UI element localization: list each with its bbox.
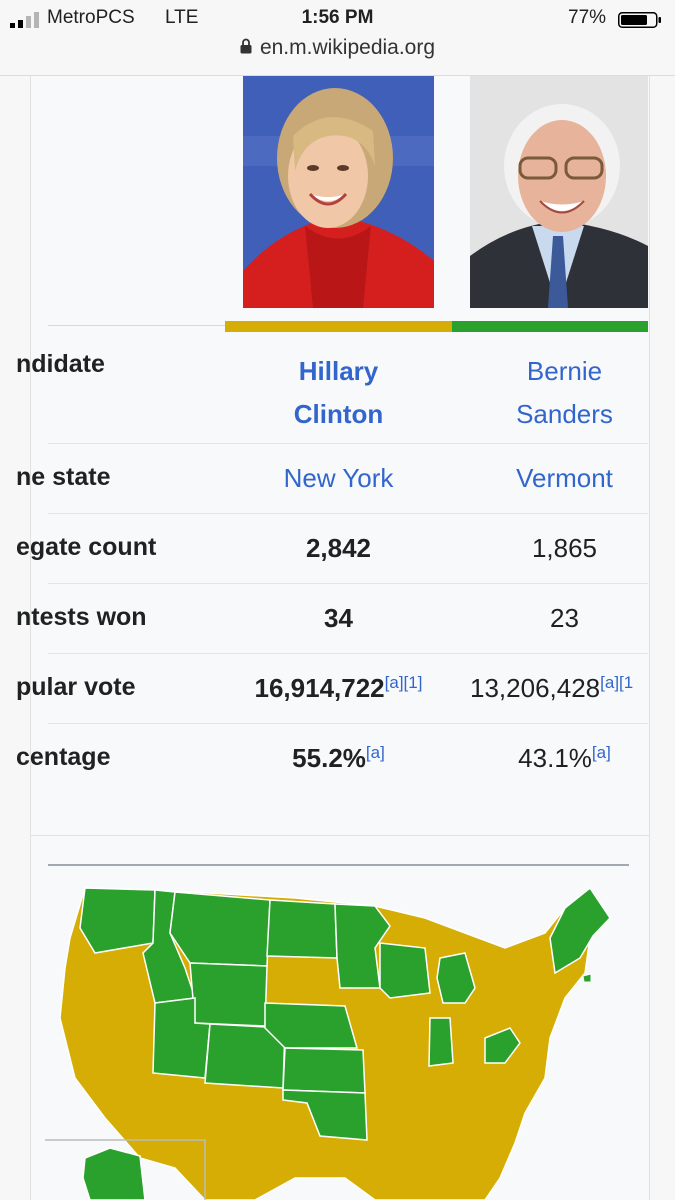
clinton-home-state-link[interactable]: New York bbox=[225, 463, 452, 494]
sanders-photo[interactable] bbox=[470, 76, 648, 308]
citation-link[interactable]: [a][1 bbox=[600, 673, 633, 692]
row-label: ntests won bbox=[16, 603, 147, 631]
table-row-popular-vote: pular vote 16,914,722[a][1] 13,206,428[a… bbox=[16, 654, 648, 724]
status-bar: MetroPCS LTE 1:56 PM 77% bbox=[0, 6, 675, 32]
table-row-home-state: ne state New York Vermont bbox=[16, 444, 648, 514]
header-divider bbox=[48, 325, 225, 326]
row-label: ndidate bbox=[16, 350, 105, 378]
clinton-name-link[interactable]: Hillary Clinton bbox=[225, 350, 452, 436]
sanders-color-bar bbox=[452, 321, 648, 332]
montana-state bbox=[169, 891, 271, 967]
sanders-name-link[interactable]: Bernie Sanders bbox=[452, 350, 675, 436]
washington-state bbox=[79, 887, 156, 954]
wyoming-state bbox=[189, 962, 268, 1027]
address-bar[interactable]: en.m.wikipedia.org bbox=[0, 36, 675, 64]
sanders-popular-vote: 13,206,428[a][1 bbox=[470, 673, 634, 703]
sanders-percentage: 43.1%[a] bbox=[518, 743, 611, 773]
clinton-delegate-count: 2,842 bbox=[305, 533, 372, 563]
north-dakota-state bbox=[266, 899, 338, 959]
browser-chrome: MetroPCS LTE 1:56 PM 77% en.m.wikipedia.… bbox=[0, 0, 675, 76]
wisconsin-state bbox=[379, 942, 431, 999]
table-row-contests-won: ntests won 34 23 bbox=[16, 584, 648, 654]
row-label: egate count bbox=[16, 533, 157, 561]
nebraska-state bbox=[264, 1002, 358, 1049]
clinton-contests-won: 34 bbox=[324, 603, 353, 633]
candidate-table: ndidate Hillary Clinton Bernie Sanders ne … bbox=[16, 332, 648, 794]
citation-link[interactable]: [a] bbox=[592, 743, 611, 762]
table-row-percentage: centage 55.2%[a] 43.1%[a] bbox=[16, 724, 648, 794]
results-map[interactable] bbox=[45, 878, 645, 1200]
row-label: ne state bbox=[16, 463, 111, 491]
url-text: en.m.wikipedia.org bbox=[259, 36, 436, 59]
sanders-delegate-count: 1,865 bbox=[531, 533, 598, 563]
kansas-state bbox=[282, 1047, 366, 1094]
indiana-state bbox=[428, 1017, 454, 1067]
clinton-color-bar bbox=[225, 321, 452, 332]
row-label: centage bbox=[16, 743, 111, 771]
section-divider bbox=[30, 835, 650, 836]
row-label: pular vote bbox=[16, 673, 136, 701]
rhode-island-state bbox=[582, 973, 592, 983]
citation-link[interactable]: [a][1] bbox=[385, 673, 423, 692]
map-top-rule bbox=[48, 864, 629, 866]
clinton-popular-vote: 16,914,722[a][1] bbox=[254, 673, 423, 703]
battery-percentage: 77% bbox=[568, 7, 607, 28]
alaska-state bbox=[82, 1147, 146, 1200]
clinton-percentage: 55.2%[a] bbox=[292, 743, 385, 773]
battery-icon bbox=[618, 12, 661, 28]
table-row-delegate-count: egate count 2,842 1,865 bbox=[16, 514, 648, 584]
lock-icon bbox=[240, 39, 252, 54]
clinton-photo[interactable] bbox=[243, 76, 434, 308]
sanders-contests-won: 23 bbox=[550, 603, 579, 633]
sanders-home-state-link[interactable]: Vermont bbox=[452, 463, 675, 494]
citation-link[interactable]: [a] bbox=[366, 743, 385, 762]
table-row-candidate: ndidate Hillary Clinton Bernie Sanders bbox=[16, 332, 648, 444]
